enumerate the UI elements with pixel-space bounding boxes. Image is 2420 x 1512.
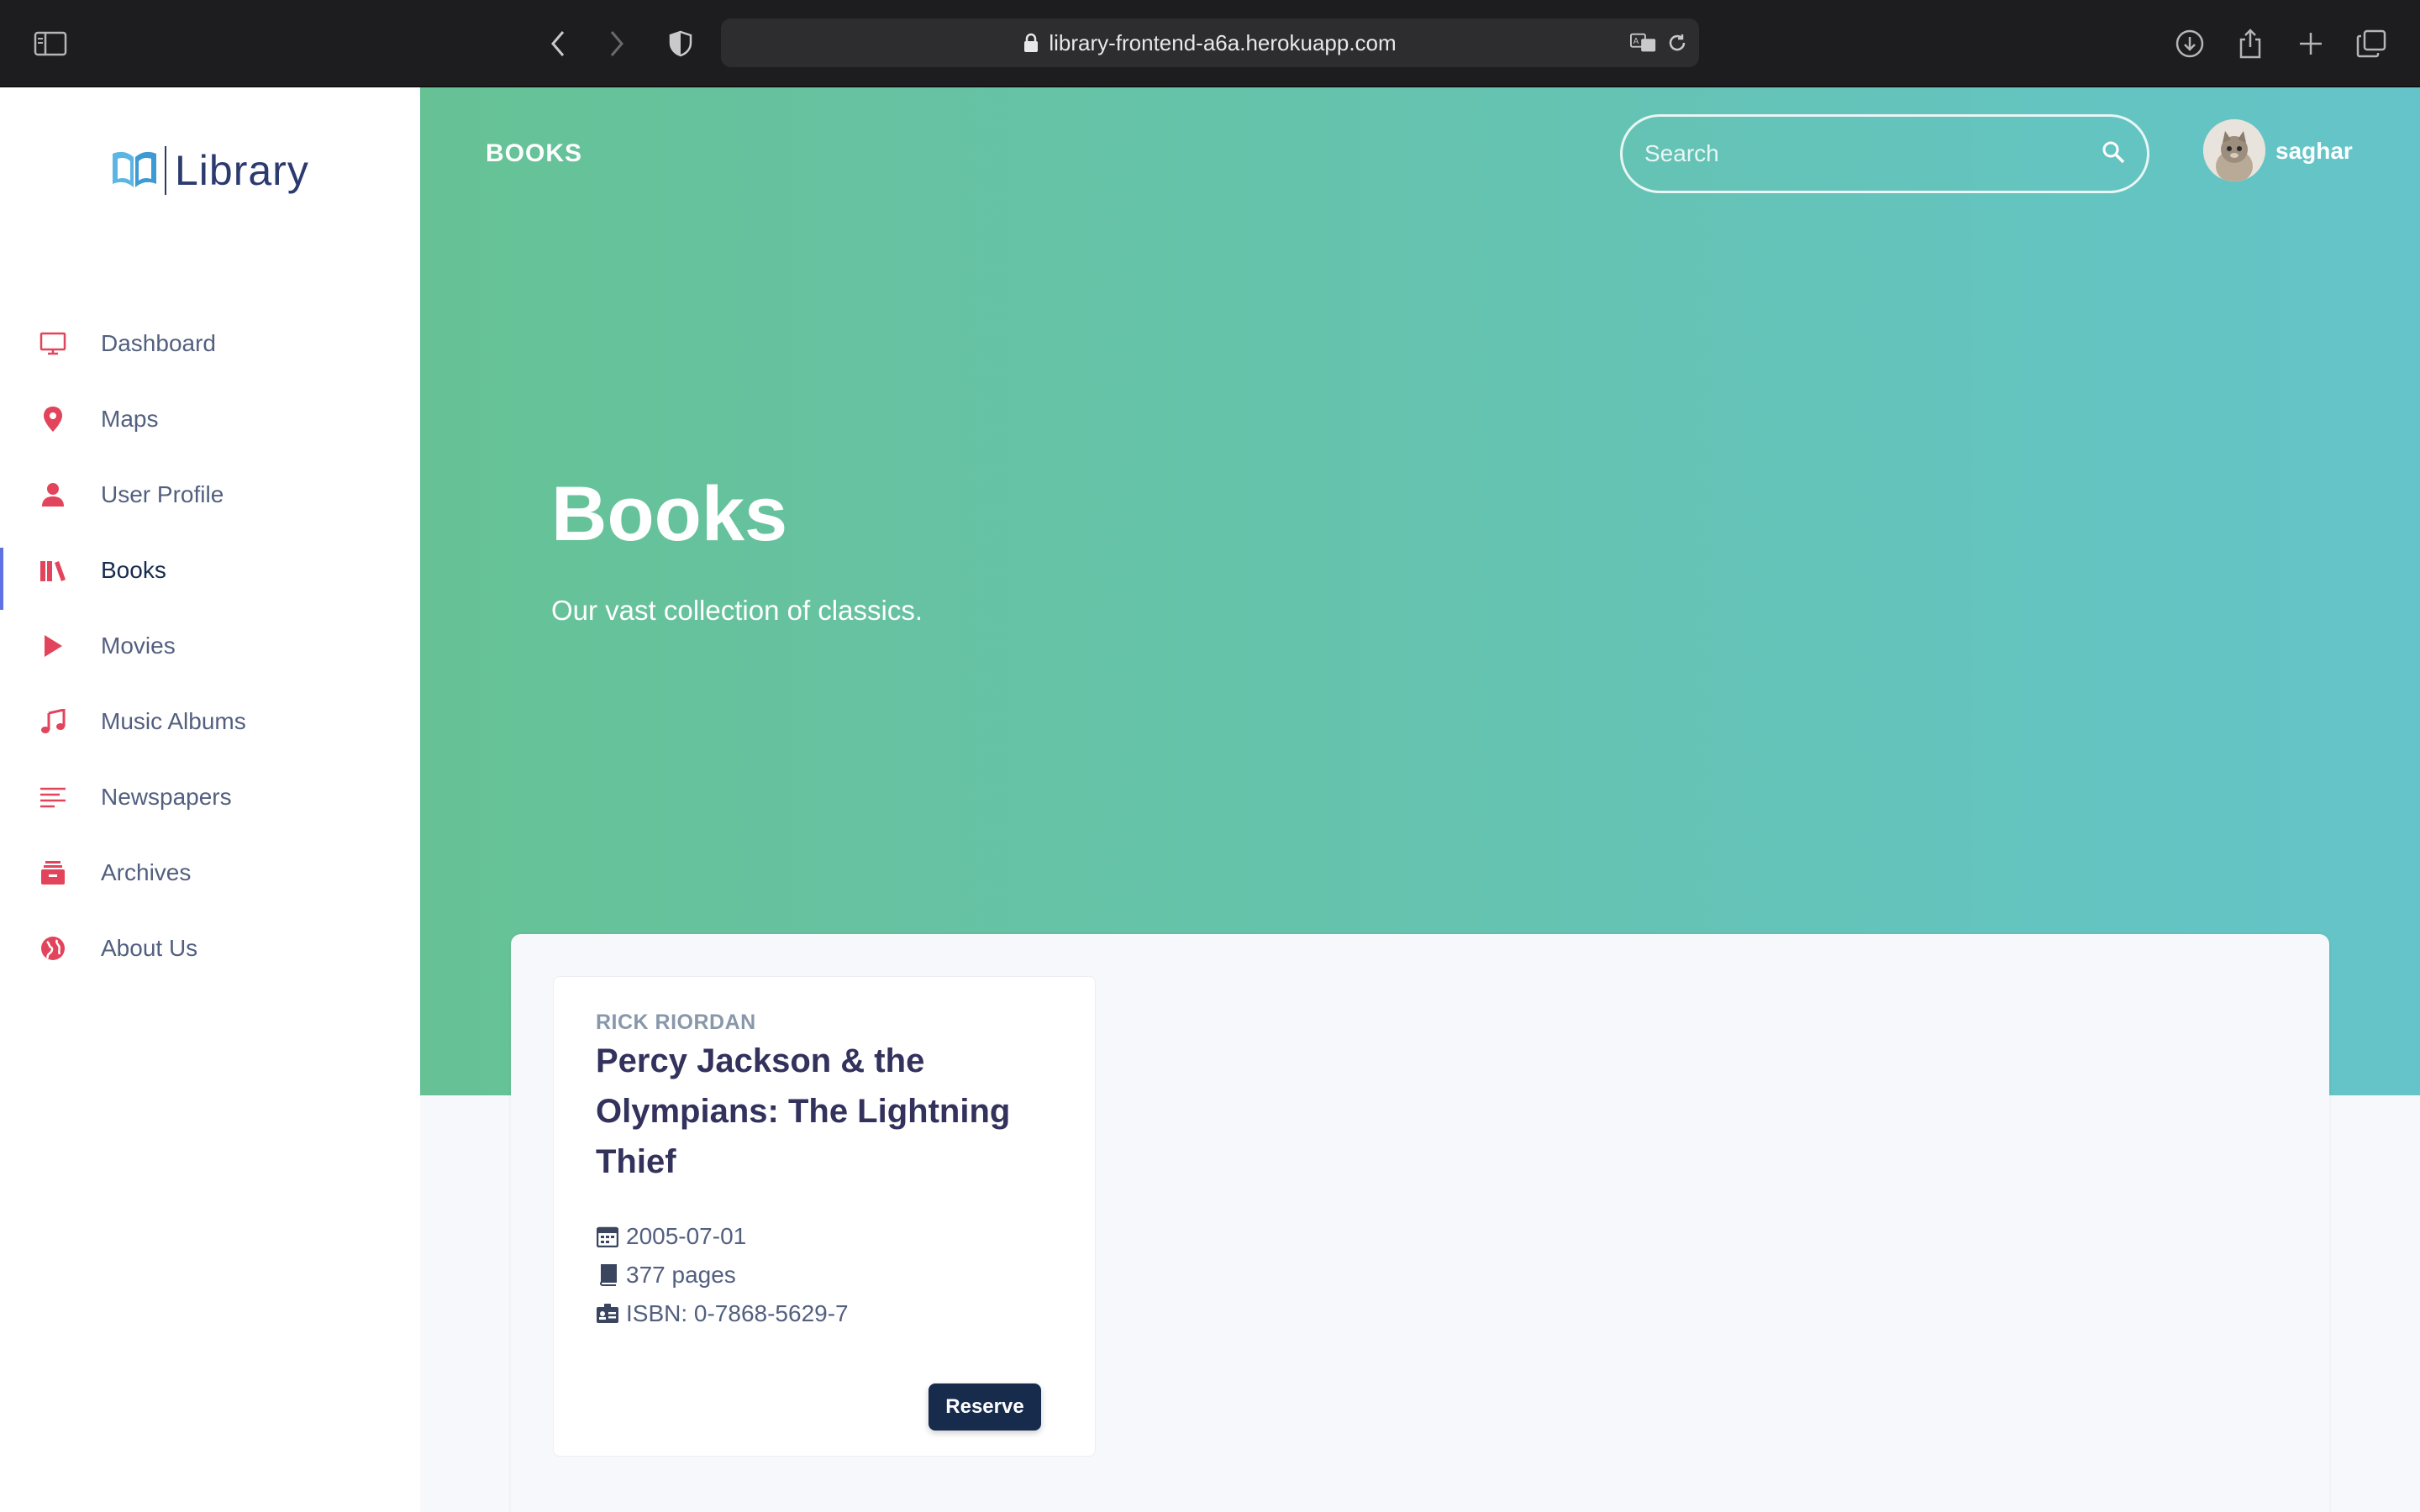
monitor-icon [39,329,67,358]
sidebar-item-books[interactable]: Books [0,533,420,610]
url-text: library-frontend-a6a.herokuapp.com [1049,29,1397,55]
sidebar-item-dashboard[interactable]: Dashboard [0,306,420,381]
back-icon[interactable] [539,25,576,62]
search-box[interactable] [1620,114,2149,193]
sidebar-item-user-profile[interactable]: User Profile [0,457,420,533]
sidebar-item-maps[interactable]: Maps [0,381,420,457]
tabs-overview-icon[interactable] [2353,25,2390,62]
book-date: 2005-07-01 [626,1223,747,1249]
lock-icon [1023,33,1039,53]
new-tab-icon[interactable] [2292,25,2329,62]
book-icon [596,1263,619,1287]
search-icon[interactable] [2102,140,2125,168]
book-title: Percy Jackson & the Olympians: The Light… [596,1042,1011,1180]
sidebar-item-movies[interactable]: Movies [0,608,420,684]
music-note-icon [39,707,67,736]
app-logo[interactable]: Library [109,146,309,195]
book-pages: 377 pages [626,1262,736,1288]
calendar-icon [596,1225,619,1248]
book-author: RICK RIORDAN [596,1011,756,1034]
play-icon [39,632,67,660]
reload-icon[interactable] [1664,29,1691,56]
globe-icon [39,934,67,963]
book-meta: 2005-07-01 377 pages ISBN: 0-7868-5629-7 [596,1217,849,1333]
open-book-icon [109,147,160,195]
page-title: Books [551,471,788,557]
archive-icon [39,858,67,887]
sidebar-item-label: Music Albums [101,708,246,734]
sidebar-item-archives[interactable]: Archives [0,835,420,911]
book-isbn-row: ISBN: 0-7868-5629-7 [596,1294,849,1333]
user-icon [39,480,67,509]
sidebar-item-label: Maps [101,406,159,432]
book-date-row: 2005-07-01 [596,1217,849,1256]
sidebar-item-label: Movies [101,633,176,659]
sidebar-item-label: Archives [101,859,192,885]
sidebar-item-newspapers[interactable]: Newspapers [0,759,420,835]
page-subtitle: Our vast collection of classics. [551,595,923,626]
lines-icon [39,783,67,811]
translate-icon[interactable]: A [1630,29,1657,56]
share-icon[interactable] [2232,25,2269,62]
sidebar-item-label: Books [101,557,166,583]
address-bar[interactable]: library-frontend-a6a.herokuapp.com A [721,18,1699,67]
id-card-icon [596,1302,619,1326]
avatar[interactable] [2203,119,2265,181]
sidebar-item-music-albums[interactable]: Music Albums [0,684,420,759]
browser-toolbar: library-frontend-a6a.herokuapp.com A [0,0,2420,87]
sidebar-item-label: Newspapers [101,784,232,810]
book-isbn: ISBN: 0-7868-5629-7 [626,1300,849,1326]
sidebar-item-about-us[interactable]: About Us [0,911,420,986]
sidebar-item-label: Dashboard [101,330,216,356]
sidebar-item-label: About Us [101,935,198,961]
sidebar-nav: Dashboard Maps User Profile Books Movies [0,306,420,986]
map-pin-icon [39,405,67,433]
sidebar-item-label: User Profile [101,481,224,507]
shield-icon[interactable] [662,25,699,62]
sidebar-toggle-icon[interactable] [32,25,69,62]
download-icon[interactable] [2171,25,2208,62]
book-card: RICK RIORDAN Percy Jackson & the Olympia… [553,976,1096,1457]
svg-text:A: A [1634,37,1639,46]
logo-text: Library [175,147,309,194]
logo-divider [165,146,166,195]
user-name[interactable]: saghar [2275,138,2353,165]
book-pages-row: 377 pages [596,1256,849,1294]
sidebar: Library Dashboard Maps User Profile Book… [0,87,420,1512]
search-input[interactable] [1644,140,2102,167]
reserve-button[interactable]: Reserve [929,1383,1041,1431]
page-section-title[interactable]: BOOKS [486,139,582,168]
forward-icon[interactable] [598,25,635,62]
books-icon [39,556,67,585]
